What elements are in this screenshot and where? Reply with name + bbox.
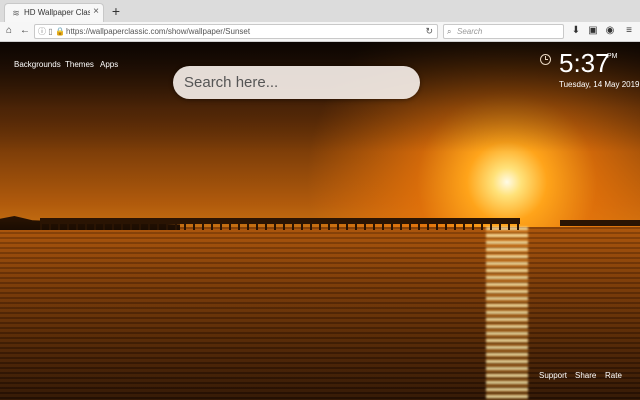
- footer-share[interactable]: Share: [575, 371, 596, 380]
- new-tab-button[interactable]: +: [108, 3, 124, 19]
- nav-themes[interactable]: Themes: [65, 60, 94, 69]
- clock-icon[interactable]: [540, 54, 551, 65]
- browser-search-placeholder: Search: [457, 27, 483, 36]
- reload-icon[interactable]: ↻: [425, 25, 433, 38]
- search-icon: ⌕: [447, 27, 452, 36]
- nav-backgrounds[interactable]: Backgrounds: [14, 60, 61, 69]
- navigation-toolbar: ⌂ ← ⓘ ▯ 🔒 https://wallpaperclassic.com/s…: [0, 22, 640, 42]
- bridge-pillars: [40, 222, 520, 230]
- extension-icon[interactable]: ◉: [603, 24, 617, 38]
- download-icon[interactable]: ⬇: [569, 24, 583, 38]
- footer-rate[interactable]: Rate: [605, 371, 622, 380]
- info-icon[interactable]: ⓘ ▯: [38, 26, 53, 38]
- footer-support[interactable]: Support: [539, 371, 567, 380]
- search-input[interactable]: [184, 72, 409, 93]
- nav-apps[interactable]: Apps: [100, 60, 118, 69]
- tab-strip: ≋ HD Wallpaper Classic - Sunset × +: [0, 0, 640, 22]
- lock-icon: 🔒: [55, 27, 65, 36]
- url-text[interactable]: https://wallpaperclassic.com/show/wallpa…: [66, 26, 250, 38]
- back-button[interactable]: ←: [18, 24, 32, 38]
- menu-icon[interactable]: ≡: [622, 24, 636, 38]
- active-tab[interactable]: ≋ HD Wallpaper Classic - Sunset ×: [4, 3, 104, 22]
- far-shore: [560, 220, 640, 226]
- home-icon[interactable]: ⌂: [2, 24, 16, 38]
- search-box: [173, 66, 420, 99]
- url-bar[interactable]: ⓘ ▯ 🔒 https://wallpaperclassic.com/show/…: [34, 24, 438, 39]
- clock-ampm: PM: [607, 53, 618, 60]
- clock-date: Tuesday, 14 May 2019: [559, 80, 640, 89]
- page-content: Backgrounds Themes Apps 5:37 PM Tuesday,…: [0, 42, 640, 400]
- wifi-favicon-icon: ≋: [12, 8, 20, 18]
- tab-close-button[interactable]: ×: [93, 7, 99, 17]
- sun-reflection: [486, 227, 528, 400]
- sidebar-icon[interactable]: ▣: [586, 24, 600, 38]
- browser-search-input[interactable]: ⌕ Search: [443, 24, 564, 39]
- tab-title: HD Wallpaper Classic - Sunset: [24, 8, 90, 17]
- clock-time: 5:37: [559, 48, 610, 78]
